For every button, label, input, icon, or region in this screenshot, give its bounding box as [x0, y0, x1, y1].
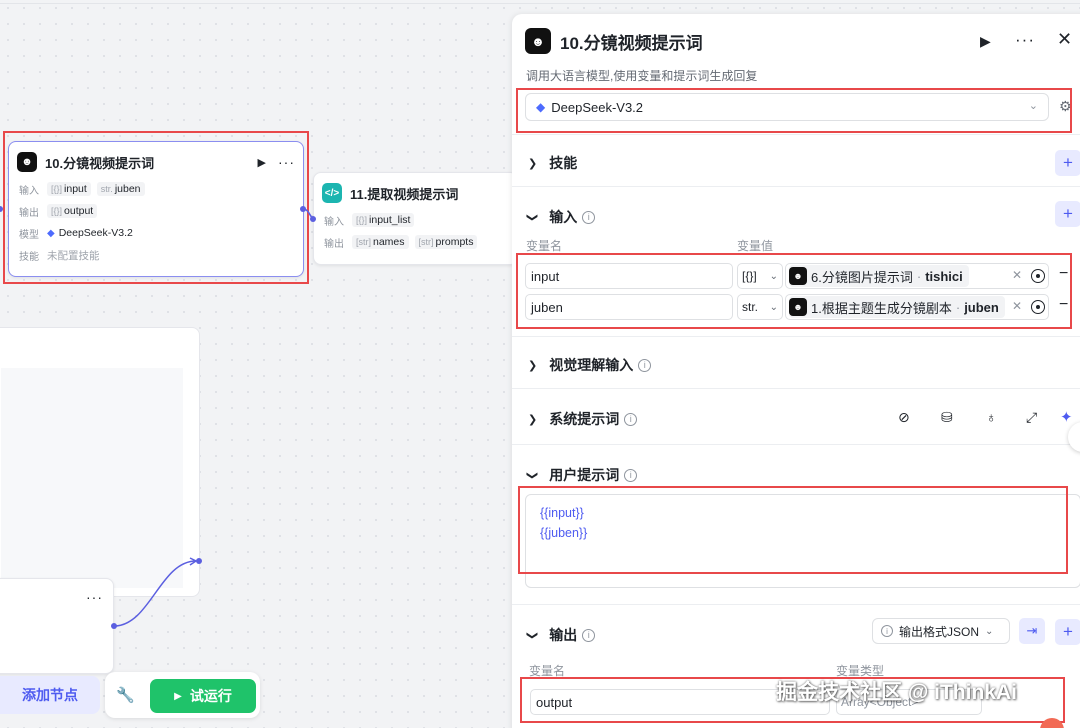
column-header: 变量名 [529, 664, 566, 678]
target-icon[interactable] [1031, 300, 1045, 314]
compass-icon[interactable]: ⊘ [898, 409, 910, 426]
section-system-prompt: ❯ 系统提示词 i ⊘ ⛁ ♁ ⤢ ✦ [512, 388, 1080, 444]
clear-icon[interactable]: ✕ [1012, 268, 1022, 282]
var-tag: [{}] output [47, 204, 98, 218]
node-config-panel: ☻ 10.分镜视频提示词 ▶ ··· ✕ 调用大语言模型,使用变量和提示词生成回… [512, 14, 1080, 728]
chevron-down-icon: ⌄ [769, 270, 778, 282]
reference-chip: ☻ 6.分镜图片提示词 · tishici [789, 265, 969, 287]
deepseek-icon: ◆ [536, 100, 546, 114]
output-port[interactable] [111, 623, 117, 629]
library-icon[interactable]: ⛁ [941, 409, 953, 426]
node-title: 11.提取视频提示词 [350, 186, 459, 202]
toolbar-divider [0, 3, 1080, 4]
section-header[interactable]: ❯ 输出 i [526, 625, 596, 645]
input-port[interactable] [196, 558, 202, 564]
var-reference[interactable]: ☻ 6.分镜图片提示词 · tishici [785, 263, 1049, 289]
output-format-button[interactable]: i 输出格式JSON ⌄ [872, 618, 1010, 644]
target-icon[interactable] [1031, 269, 1045, 283]
llm-icon: ☻ [789, 298, 807, 316]
node-model-row: 模型 ◆ DeepSeek-V3.2 [19, 227, 133, 241]
var-tag: [{}] input [47, 182, 91, 196]
node-storyboard-video-prompt[interactable]: ☻ 10.分镜视频提示词 ▶ ··· 输入 [{}] input str. jube… [8, 141, 304, 277]
section-header[interactable]: ❯ 输入 i [526, 207, 596, 227]
sparkle-icon[interactable]: ✦ [1060, 408, 1073, 426]
info-icon[interactable]: i [582, 210, 596, 224]
input-port[interactable] [310, 216, 316, 222]
llm-icon: ☻ [525, 28, 551, 54]
var-tag: [str] prompts [414, 235, 478, 249]
var-reference[interactable]: ☻ 1.根据主题生成分镜剧本 · juben [785, 294, 1049, 320]
edge-connector [113, 557, 198, 627]
type-select[interactable]: [{}] ⌄ [737, 263, 783, 289]
panel-title[interactable]: 10.分镜视频提示词 [560, 29, 703, 54]
section-header[interactable]: ❯ 系统提示词 i [528, 409, 638, 429]
llm-icon: ☻ [17, 152, 37, 172]
column-header: 变量名 [526, 239, 563, 253]
deepseek-icon: ◆ [47, 227, 55, 239]
node-title: 10.分镜视频提示词 [45, 155, 155, 171]
chevron-down-icon: ❯ [526, 630, 539, 640]
expand-icon[interactable]: ⤢ [1026, 409, 1037, 426]
user-prompt-editor[interactable]: {{input}} {{juben}} [525, 494, 1080, 588]
node-output-row: 输出 [str] names [str] prompts [314, 231, 517, 253]
add-output-button[interactable]: + [1055, 619, 1080, 645]
canvas-node[interactable]: ··· [0, 578, 114, 674]
node-output-row: 输出 [{}] output [9, 200, 303, 222]
import-icon[interactable]: ⇥ [1019, 618, 1045, 644]
play-icon[interactable]: ▶ [258, 156, 266, 169]
bulb-icon[interactable]: ♁ [986, 409, 997, 425]
chevron-down-icon: ⌄ [769, 301, 778, 313]
type-select[interactable]: str. ⌄ [737, 294, 783, 320]
node-skill-row: 技能 未配置技能 [19, 249, 100, 263]
info-icon[interactable]: i [582, 628, 596, 642]
add-input-button[interactable]: + [1055, 201, 1080, 227]
column-header: 变量值 [737, 239, 774, 253]
add-skill-button[interactable]: + [1055, 150, 1080, 176]
test-run-button[interactable]: ▶ 试运行 [150, 679, 256, 713]
chevron-down-icon: ⌄ [985, 625, 994, 637]
section-header[interactable]: ❯ 用户提示词 i [526, 465, 638, 485]
remove-icon[interactable]: − [1059, 265, 1068, 283]
input-var-name[interactable]: juben [525, 294, 733, 320]
more-icon[interactable]: ··· [278, 154, 295, 170]
more-icon[interactable]: ··· [1015, 30, 1035, 50]
llm-icon: ☻ [789, 267, 807, 285]
reference-chip: ☻ 1.根据主题生成分镜剧本 · juben [789, 296, 1005, 318]
add-node-button[interactable]: 添加节点 [0, 676, 100, 714]
chevron-down-icon: ⌄ [1028, 100, 1038, 112]
section-vision-input: ❯ 视觉理解输入 i [512, 336, 1080, 388]
play-icon[interactable]: ▶ [980, 33, 991, 50]
watermark: 掘金技术社区 @ iThinkAi [776, 681, 1017, 704]
section-header[interactable]: ❯ 技能 [528, 153, 577, 173]
more-icon[interactable]: ··· [86, 589, 103, 605]
gear-icon[interactable]: ⚙ [1059, 98, 1072, 115]
info-icon[interactable]: i [624, 468, 638, 482]
node-input-row: 输入 [{}] input str. juben [9, 178, 303, 200]
panel-description: 调用大语言模型,使用变量和提示词生成回复 [526, 69, 758, 83]
info-icon[interactable]: i [638, 358, 652, 372]
play-icon: ▶ [174, 690, 182, 702]
var-tag: [str] names [352, 235, 409, 249]
section-header[interactable]: ❯ 视觉理解输入 i [528, 355, 652, 375]
info-icon[interactable]: i [624, 412, 638, 426]
node-extract-video-prompt[interactable]: </> 11.提取视频提示词 输入 [{}] input_list 输出 [str… [313, 172, 518, 265]
clear-icon[interactable]: ✕ [1012, 299, 1022, 313]
var-tag: str. juben [96, 182, 145, 196]
section-skills: ❯ 技能 + [512, 134, 1080, 186]
chevron-right-icon: ❯ [528, 413, 538, 426]
node-input-row: 输入 [{}] input_list [314, 209, 517, 231]
model-select[interactable]: ◆ DeepSeek-V3.2 ⌄ [525, 93, 1049, 121]
code-icon: </> [322, 183, 342, 203]
remove-icon[interactable]: − [1059, 296, 1068, 314]
wrench-icon[interactable]: 🔧 [116, 686, 135, 704]
var-tag: [{}] input_list [352, 213, 415, 227]
chevron-down-icon: ❯ [526, 212, 539, 222]
info-icon: i [881, 625, 893, 637]
chevron-right-icon: ❯ [528, 157, 538, 170]
input-var-name[interactable]: input [525, 263, 733, 289]
close-icon[interactable]: ✕ [1057, 29, 1072, 50]
chevron-down-icon: ❯ [526, 470, 539, 480]
chevron-right-icon: ❯ [528, 359, 538, 372]
section-input: ❯ 输入 i + 变量名 变量值 input [{}] ⌄ ☻ 6.分镜图片提示… [512, 186, 1080, 343]
